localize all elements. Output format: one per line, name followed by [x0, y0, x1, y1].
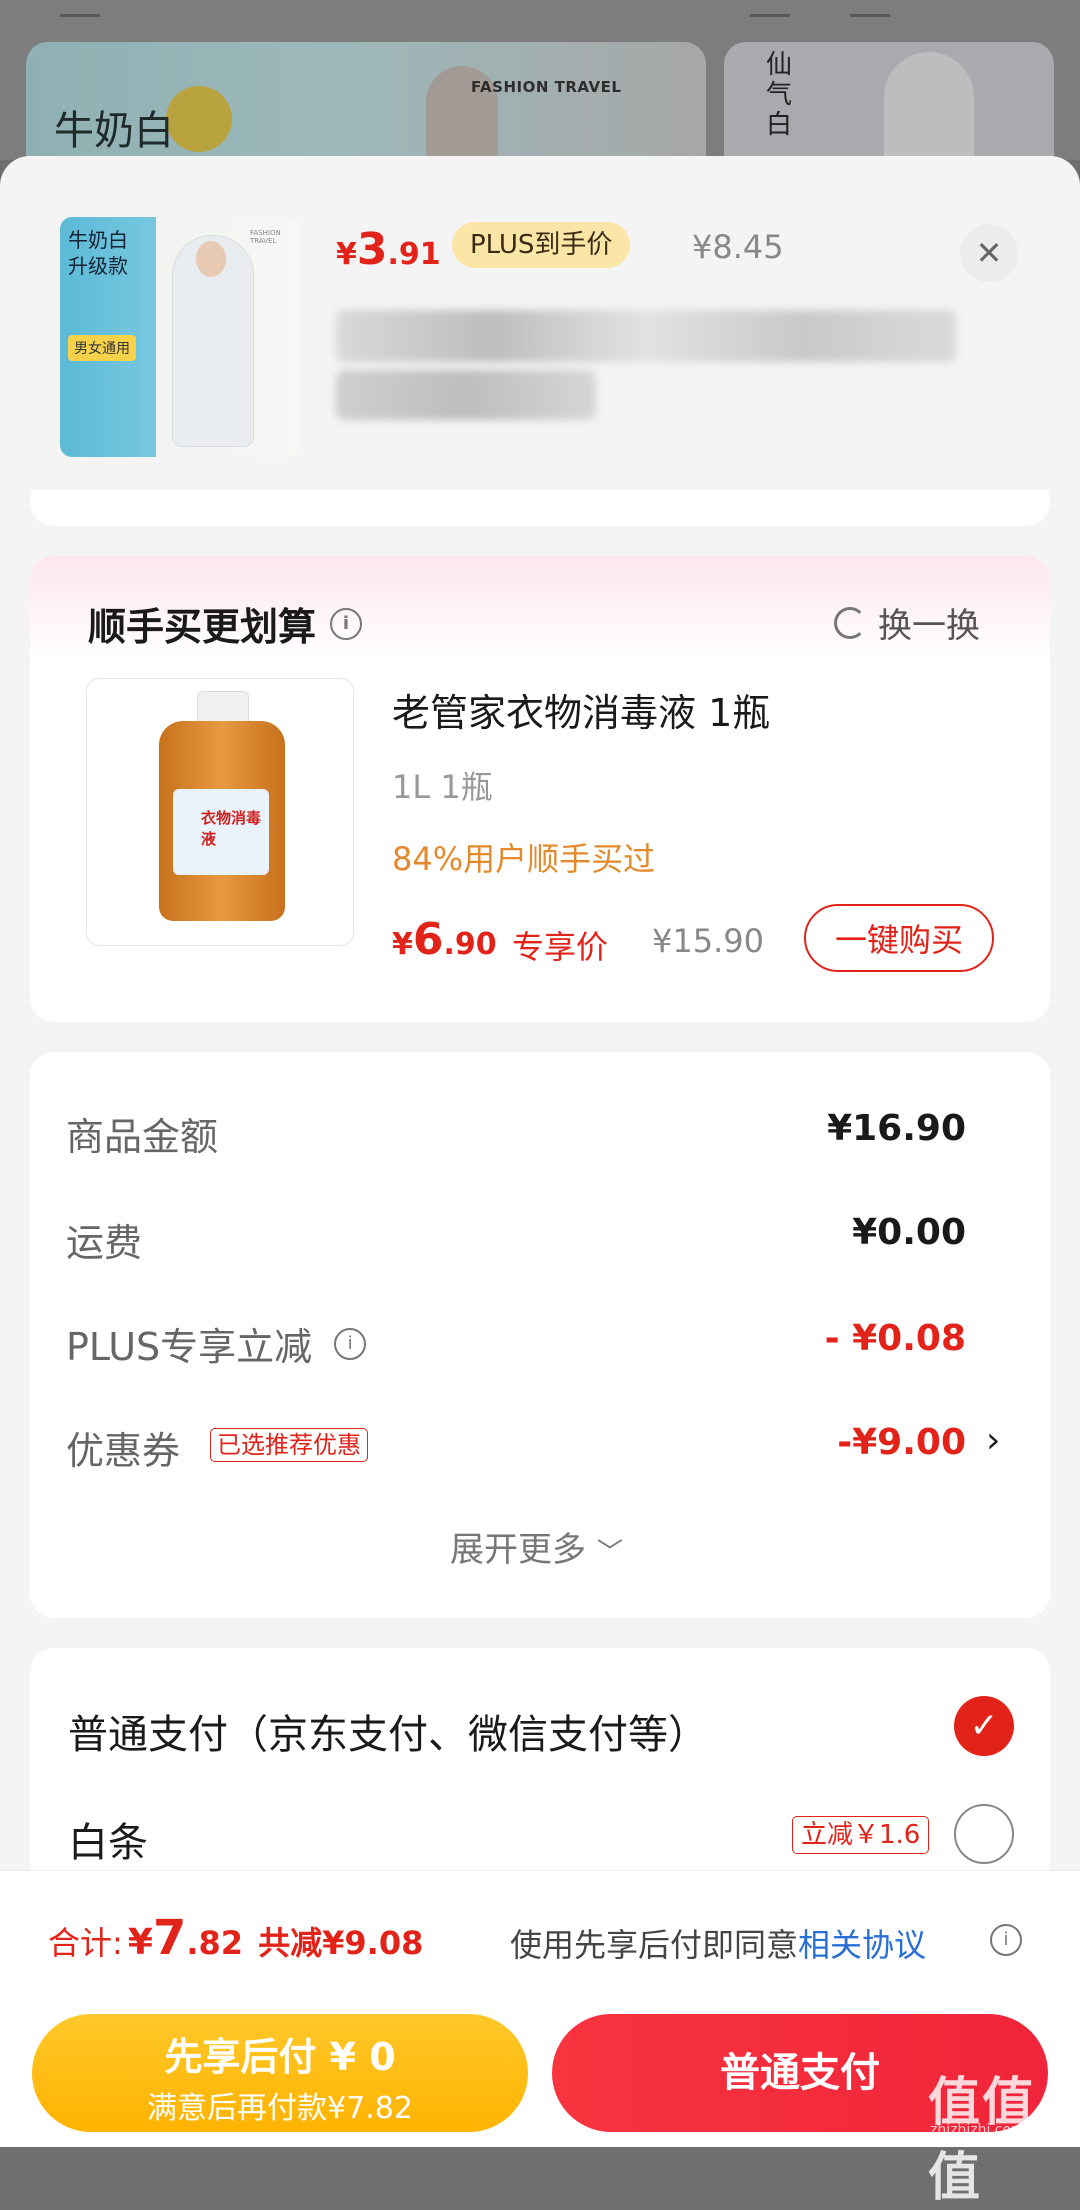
- coupon-value[interactable]: -¥9.00: [837, 1422, 966, 1463]
- pay-later-sublabel: 满意后再付款¥7.82: [147, 2091, 413, 2126]
- normal-payment-option[interactable]: 普通支付（京东支付、微信支付等）: [68, 1702, 708, 1760]
- refresh-icon: [834, 606, 866, 639]
- banner-left-brand: FASHION TRAVEL: [471, 78, 622, 96]
- bookmark-icon: [750, 0, 790, 17]
- blurred-product-title: [336, 310, 956, 362]
- one-click-buy-button[interactable]: 一键购买: [804, 904, 994, 972]
- addon-price: ¥6.90: [392, 914, 497, 965]
- addon-title: 顺手买更划算 i: [88, 596, 363, 651]
- watermark-url: zhizhizhi.com: [930, 2122, 1025, 2138]
- banner-left-title: 牛奶白: [54, 108, 174, 154]
- addon-product-spec: 1L 1瓶: [392, 768, 493, 806]
- total-savings: 共减¥9.08: [258, 1924, 424, 1962]
- total-amount: 合计: ¥7.82 共减¥9.08: [48, 1910, 424, 1966]
- info-icon[interactable]: i: [334, 1327, 367, 1360]
- baitiao-payment-option[interactable]: 白条: [68, 1810, 148, 1868]
- shipping-value: ¥0.00: [852, 1212, 966, 1253]
- exclusive-price-label: 专享价: [512, 928, 609, 966]
- back-icon: [60, 0, 100, 17]
- info-icon[interactable]: i: [990, 1924, 1022, 1956]
- addon-product-image[interactable]: 衣物消毒液: [86, 678, 354, 946]
- refresh-label: 换一换: [878, 606, 980, 646]
- goods-amount-label: 商品金额: [66, 1115, 219, 1159]
- thumb-tag: 男女通用: [68, 335, 136, 361]
- spec-card-edge: [30, 490, 1050, 526]
- info-icon[interactable]: i: [330, 607, 363, 640]
- bottle-label-graphic: 衣物消毒液: [173, 789, 269, 875]
- radio-button[interactable]: [954, 1804, 1014, 1864]
- baitiao-discount-tag: 立减￥1.6: [792, 1816, 930, 1854]
- pay-later-label: 先享后付 ¥ 0: [164, 2035, 396, 2079]
- agreement-text: 使用先享后付即同意相关协议: [510, 1926, 927, 1964]
- coupon-label[interactable]: 优惠券: [66, 1420, 180, 1475]
- chevron-down-icon: ﹀: [596, 1538, 623, 1568]
- sun-graphic: [166, 86, 232, 152]
- banner-right-title: 仙气白: [766, 50, 793, 140]
- goods-amount-value: ¥16.90: [827, 1108, 966, 1149]
- refresh-button[interactable]: 换一换: [834, 598, 980, 647]
- original-price: ¥8.45: [692, 228, 784, 266]
- addon-product-name[interactable]: 老管家衣物消毒液 1瓶: [392, 682, 770, 737]
- plus-discount-label: PLUS专享立减 i: [66, 1316, 367, 1371]
- plus-price-badge: PLUS到手价: [452, 222, 631, 268]
- addon-original-price: ¥15.90: [652, 922, 764, 960]
- pay-later-button[interactable]: 先享后付 ¥ 0 满意后再付款¥7.82: [32, 2014, 528, 2132]
- shipping-label: 运费: [66, 1221, 143, 1265]
- expand-label: 展开更多: [450, 1530, 586, 1570]
- agreement-link[interactable]: 相关协议: [798, 1926, 926, 1964]
- blurred-product-title: [336, 370, 596, 420]
- product-thumbnail[interactable]: 牛奶白 升级款 男女通用 FASHION TRAVEL: [60, 217, 300, 457]
- chevron-right-icon[interactable]: ›: [986, 1420, 1000, 1461]
- product-price: ¥3.91: [336, 224, 441, 275]
- thumb-title: 牛奶白 升级款: [68, 228, 128, 278]
- thumb-brand: FASHION TRAVEL: [250, 229, 281, 245]
- close-icon: ✕: [975, 234, 1003, 272]
- coupon-tag: 已选推荐优惠: [210, 1428, 368, 1462]
- model-face-graphic: [196, 241, 226, 277]
- checkmark-icon[interactable]: ✓: [954, 1696, 1014, 1756]
- addon-purchase-stat: 84%用户顺手买过: [392, 840, 656, 878]
- plus-discount-value: - ¥0.08: [824, 1318, 966, 1359]
- share-icon: [850, 0, 890, 17]
- close-button[interactable]: ✕: [960, 224, 1018, 282]
- expand-more-button[interactable]: 展开更多 ﹀: [450, 1522, 623, 1571]
